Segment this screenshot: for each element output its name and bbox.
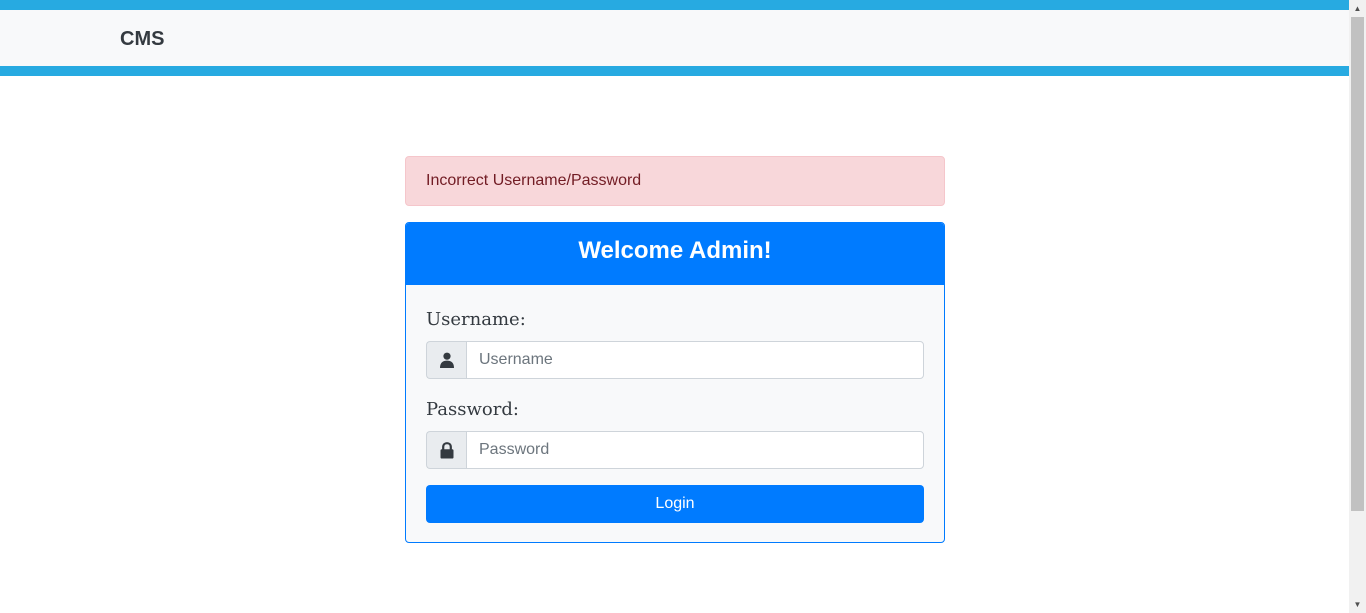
login-card-header: Welcome Admin! — [406, 223, 944, 285]
navbar: CMS — [0, 10, 1349, 66]
password-label: Password: — [426, 399, 519, 420]
username-input[interactable] — [466, 341, 924, 379]
navbar-bottom-stripe — [0, 66, 1349, 76]
error-alert: Incorrect Username/Password — [405, 156, 945, 206]
login-title: Welcome Admin! — [578, 237, 772, 264]
scroll-thumb[interactable] — [1351, 17, 1364, 511]
scroll-up-icon[interactable]: ▲ — [1349, 0, 1366, 17]
password-input[interactable] — [466, 431, 924, 469]
password-input-group — [426, 431, 924, 469]
user-icon — [426, 341, 466, 379]
username-input-group — [426, 341, 924, 379]
username-label: Username: — [426, 309, 526, 330]
vertical-scrollbar[interactable]: ▲ ▼ — [1349, 0, 1366, 613]
lock-icon — [426, 431, 466, 469]
brand-link[interactable]: CMS — [120, 27, 164, 51]
error-alert-message: Incorrect Username/Password — [426, 172, 642, 189]
navbar-top-stripe — [0, 0, 1349, 10]
login-button[interactable]: Login — [426, 485, 924, 523]
login-card: Welcome Admin! Username: Password: Log — [405, 222, 945, 543]
scroll-down-icon[interactable]: ▼ — [1349, 596, 1366, 613]
